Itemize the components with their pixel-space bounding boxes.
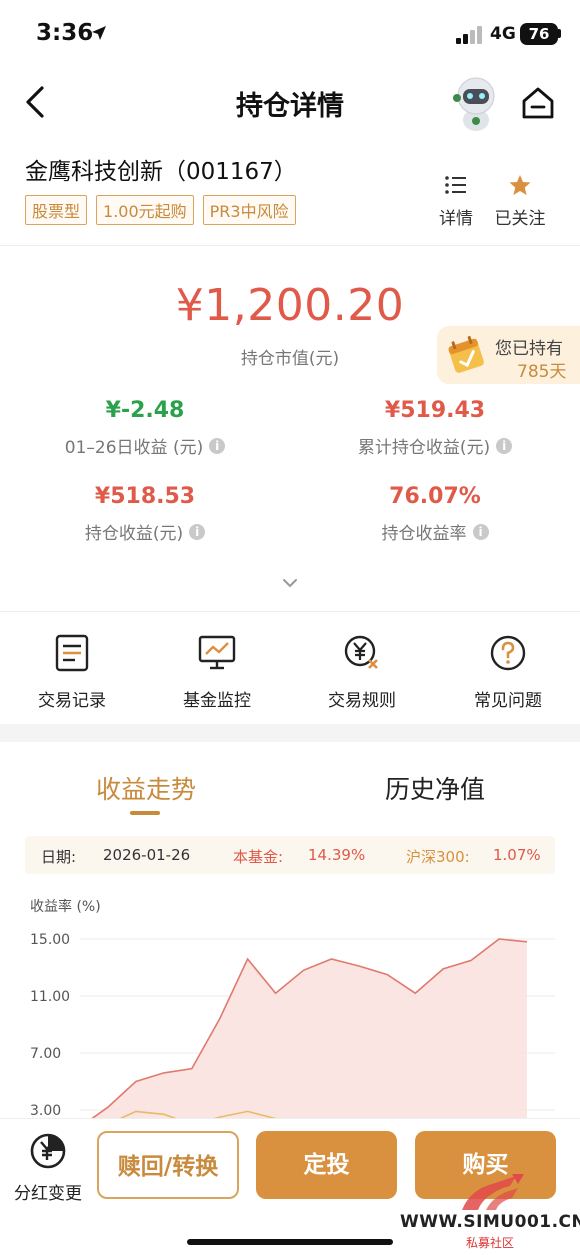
- sip-button[interactable]: 定投: [256, 1131, 397, 1199]
- fund-tag-type: 股票型: [25, 195, 88, 225]
- tab-active-indicator: [130, 811, 160, 815]
- detail-button[interactable]: 详情: [428, 174, 484, 229]
- quick-faq[interactable]: 常见问题: [448, 634, 568, 711]
- assistant-robot-icon[interactable]: [448, 74, 504, 132]
- network-type: 4G: [490, 24, 516, 44]
- quick-fund-monitor[interactable]: 基金监控: [157, 634, 277, 711]
- info-icon[interactable]: i: [209, 437, 226, 454]
- quick-label: 常见问题: [474, 691, 542, 711]
- daily-profit-label: 01–26日收益 (元): [64, 438, 204, 458]
- star-icon: [509, 175, 531, 195]
- y-tick-label: 3.00: [30, 1103, 61, 1119]
- battery-icon: 76: [520, 23, 558, 45]
- hold-days-value: 785天: [517, 362, 567, 382]
- holding-rate-label: 持仓收益率: [381, 524, 467, 544]
- home-indicator[interactable]: [187, 1239, 393, 1245]
- watermark-subtext: 私募社区: [465, 1236, 514, 1250]
- fund-return-value: 14.39%: [308, 846, 366, 864]
- cumulative-profit-value: ¥519.43: [384, 398, 486, 423]
- info-icon[interactable]: i: [496, 437, 513, 454]
- metric-holding-profit: ¥518.53 持仓收益(元) i: [0, 484, 290, 544]
- signal-icon: [456, 26, 482, 44]
- fund-header: 金鹰科技创新（001167） 股票型 1.00元起购 PR3中风险 详情 已关注: [0, 140, 580, 246]
- info-icon[interactable]: i: [189, 523, 206, 540]
- y-tick-label: 7.00: [30, 1046, 61, 1062]
- detail-label: 详情: [439, 209, 473, 229]
- dividend-yen-icon: [30, 1133, 66, 1169]
- daily-profit-value: ¥-2.48: [105, 398, 185, 423]
- chart-date-info: 日期: 2026-01-26 本基金: 14.39% 沪深300: 1.07%: [25, 836, 555, 874]
- index-return-value: 1.07%: [493, 846, 541, 864]
- list-icon: [445, 176, 466, 194]
- market-value: ¥1,200.20: [175, 280, 405, 331]
- follow-label: 已关注: [494, 209, 546, 229]
- hold-days-badge[interactable]: 您已持有 785天: [437, 326, 580, 384]
- y-axis-title: 收益率 (%): [30, 898, 101, 915]
- calendar-icon: [448, 336, 484, 373]
- quick-trade-records[interactable]: 交易记录: [12, 634, 132, 711]
- metric-cumulative-profit: ¥519.43 累计持仓收益(元) i: [290, 398, 580, 458]
- quick-actions: 交易记录 基金监控 交易规则 常见问题: [0, 614, 580, 724]
- follow-button[interactable]: 已关注: [492, 174, 548, 229]
- location-arrow-icon: [92, 26, 106, 40]
- holding-summary: ¥1,200.20 持仓市值(元) 您已持有 785天 ¥-2.48 01–26…: [0, 248, 580, 612]
- tab-history-nav[interactable]: 历史净值: [385, 770, 485, 806]
- holding-rate-value: 76.07%: [389, 484, 481, 509]
- yen-rules-icon: [344, 635, 378, 669]
- nav-bar: 持仓详情: [0, 66, 580, 138]
- quick-label: 交易记录: [38, 691, 106, 711]
- fund-tags: 股票型 1.00元起购 PR3中风险: [25, 195, 296, 225]
- question-icon: [490, 635, 526, 671]
- metric-daily-profit: ¥-2.48 01–26日收益 (元) i: [0, 398, 290, 458]
- quick-label: 基金监控: [183, 691, 251, 711]
- info-icon[interactable]: i: [472, 523, 489, 540]
- quick-trade-rules[interactable]: 交易规则: [302, 634, 422, 711]
- watermark: WWW.SIMU001.CN 私募社区: [400, 1170, 580, 1252]
- index-return-label: 沪深300:: [406, 848, 470, 866]
- quick-label: 交易规则: [328, 691, 396, 711]
- watermark-logo-icon: [462, 1174, 524, 1210]
- section-divider: [0, 724, 580, 742]
- profit-chart-svg: 收益率 (%) 15.00 11.00 7.00 3.00: [30, 898, 555, 1139]
- hold-days-label: 您已持有: [495, 339, 563, 359]
- y-tick-label: 11.00: [30, 989, 70, 1005]
- battery-cap: [558, 29, 561, 38]
- tab-profit-trend[interactable]: 收益走势: [96, 770, 196, 806]
- holding-profit-label: 持仓收益(元): [84, 524, 184, 544]
- fund-tag-min-purchase: 1.00元起购: [96, 195, 194, 225]
- date-label: 日期:: [41, 848, 77, 866]
- metric-holding-rate: 76.07% 持仓收益率 i: [290, 484, 580, 544]
- fund-name: 金鹰科技创新（001167）: [25, 159, 297, 185]
- home-icon[interactable]: [520, 86, 556, 120]
- document-icon: [55, 634, 89, 672]
- dividend-change-button[interactable]: 分红变更: [8, 1131, 88, 1204]
- date-value: 2026-01-26: [103, 846, 191, 864]
- chart-tabs: 收益走势 历史净值: [0, 742, 580, 820]
- profit-chart[interactable]: 收益率 (%) 15.00 11.00 7.00 3.00: [0, 890, 580, 1139]
- fund-tag-risk: PR3中风险: [202, 195, 296, 225]
- chevron-down-icon[interactable]: [282, 578, 298, 588]
- status-time: 3:36: [36, 20, 94, 46]
- redeem-convert-button[interactable]: 赎回/转换: [97, 1131, 239, 1199]
- series-area-fund: [80, 939, 527, 1128]
- y-tick-label: 15.00: [30, 932, 70, 948]
- status-bar: 3:36 4G 76: [0, 0, 580, 66]
- dividend-change-label: 分红变更: [14, 1184, 82, 1204]
- holding-profit-value: ¥518.53: [94, 484, 196, 509]
- fund-return-label: 本基金:: [233, 848, 284, 866]
- watermark-text: WWW.SIMU001.CN: [400, 1212, 580, 1232]
- monitor-chart-icon: [198, 635, 236, 670]
- cumulative-profit-label: 累计持仓收益(元): [357, 438, 491, 458]
